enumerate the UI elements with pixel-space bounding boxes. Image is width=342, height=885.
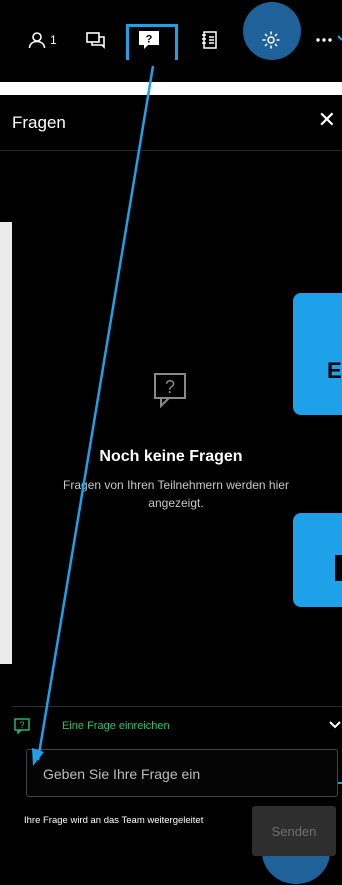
callout-arrow [32, 35, 342, 766]
